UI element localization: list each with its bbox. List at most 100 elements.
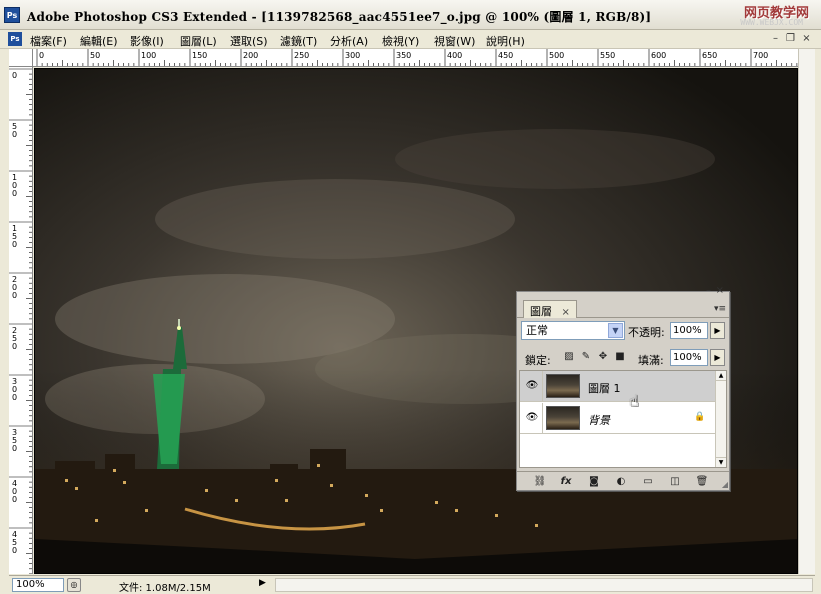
opacity-slider-button[interactable]: ▶ xyxy=(710,322,725,339)
eye-icon[interactable]: 👁 xyxy=(524,412,540,424)
ruler-label: 550 xyxy=(600,51,615,60)
ruler-vertical[interactable]: 050100150200250300350400450 xyxy=(9,67,33,574)
lock-transparency-icon[interactable]: ▨ xyxy=(563,351,575,363)
ruler-label: 300 xyxy=(345,51,360,60)
ruler-label: 0 xyxy=(12,189,17,198)
lock-pixels-icon[interactable]: ✎ xyxy=(580,351,592,363)
fill-label: 填滿: xyxy=(638,354,664,367)
menu-edit[interactable]: 編輯(E) xyxy=(80,33,118,49)
layers-panel: – × 圖層 × ▾≡ 正常 ▼ 不透明: 100% ▶ 鎖定: ▨ ✎ ✥ ■… xyxy=(516,285,730,491)
layer-mask-icon[interactable]: ◙ xyxy=(587,475,601,488)
layer-list-scrollbar[interactable]: ▲ ▼ xyxy=(715,371,726,467)
menu-select[interactable]: 選取(S) xyxy=(230,33,268,49)
panel-drag-bar[interactable] xyxy=(517,292,729,300)
zoom-level-field[interactable]: 100% xyxy=(12,578,64,592)
ruler-vertical-ticks: 050100150200250300350400450 xyxy=(9,68,32,574)
menu-layer[interactable]: 圖層(L) xyxy=(180,33,217,49)
new-layer-icon[interactable]: ◫ xyxy=(668,475,682,488)
ruler-label: 500 xyxy=(549,51,564,60)
layer-name[interactable]: 背景 xyxy=(588,412,610,428)
photoshop-window: Ps Adobe Photoshop CS3 Extended - [11397… xyxy=(0,0,821,594)
menu-bar: Ps 檔案(F) 編輯(E) 影像(I) 圖層(L) 選取(S) 濾鏡(T) 分… xyxy=(0,30,821,49)
link-layers-icon[interactable]: ⛓ xyxy=(533,475,547,488)
layer-row-layer1[interactable]: 👁 圖層 1 xyxy=(520,371,716,402)
ruler-label: 0 xyxy=(12,495,17,504)
eye-icon[interactable]: 👁 xyxy=(524,380,540,392)
new-group-icon[interactable]: ▭ xyxy=(641,475,655,488)
title-bar: Ps Adobe Photoshop CS3 Extended - [11397… xyxy=(0,0,821,30)
panel-tab-row: 圖層 × ▾≡ xyxy=(517,300,729,318)
document-icon[interactable]: Ps xyxy=(8,32,22,46)
trash-icon[interactable]: 🗑 xyxy=(695,475,709,488)
doc-restore-button[interactable]: ❐ xyxy=(784,33,797,45)
opacity-input[interactable]: 100% xyxy=(670,322,708,339)
layer-style-fx-icon[interactable]: fx xyxy=(559,475,573,488)
ruler-label: 0 xyxy=(12,291,17,300)
window-title: Adobe Photoshop CS3 Extended - [11397825… xyxy=(27,10,652,24)
hand-cursor-icon: ☝ xyxy=(629,391,639,410)
watermark-url: WWW.WEBJX.COM xyxy=(740,18,803,27)
tab-layers-label: 圖層 xyxy=(530,305,552,318)
status-menu-arrow-icon[interactable]: ▶ xyxy=(259,578,266,588)
panel-resize-grip-icon[interactable]: ◢ xyxy=(722,480,728,489)
doc-close-button[interactable]: × xyxy=(800,33,813,45)
blend-mode-select[interactable]: 正常 ▼ xyxy=(521,321,625,340)
doc-minimize-button[interactable]: – xyxy=(769,33,782,45)
lock-label: 鎖定: xyxy=(525,354,551,367)
scroll-up-icon[interactable]: ▲ xyxy=(716,371,726,381)
panel-menu-icon[interactable]: ▾≡ xyxy=(714,304,726,314)
layer-list: 👁 圖層 1 👁 背景 🔒 ▲ ▼ xyxy=(519,370,727,468)
ruler-horizontal[interactable]: 0 50 100 150 200 250 300 350 400 450 500 550 600 650 7… xyxy=(33,49,798,67)
menu-analysis[interactable]: 分析(A) xyxy=(330,33,368,49)
tab-layers[interactable]: 圖層 × xyxy=(523,300,577,318)
ruler-origin[interactable] xyxy=(9,49,33,67)
panel-minimize-icon[interactable]: – xyxy=(706,285,711,296)
layer-thumbnail xyxy=(546,406,580,430)
status-bar: 100% ◎ 文件: 1.08M/2.15M ▶ xyxy=(9,575,815,594)
menu-file[interactable]: 檔案(F) xyxy=(30,33,67,49)
menu-window[interactable]: 視窗(W) xyxy=(434,33,475,49)
layer-thumbnail xyxy=(546,374,580,398)
ruler-label: 650 xyxy=(702,51,717,60)
lock-all-icon[interactable]: ■ xyxy=(614,351,626,363)
adjustment-layer-icon[interactable]: ◐ xyxy=(614,475,628,488)
photoshop-app-icon[interactable]: Ps xyxy=(4,7,20,23)
ruler-label: 0 xyxy=(12,240,17,249)
ruler-label: 200 xyxy=(243,51,258,60)
ruler-label: 150 xyxy=(192,51,207,60)
ruler-label: 0 xyxy=(39,51,44,60)
lock-icon: 🔒 xyxy=(694,412,706,422)
ruler-label: 250 xyxy=(294,51,309,60)
status-options-icon[interactable]: ◎ xyxy=(67,578,81,592)
ruler-label: 0 xyxy=(12,546,17,555)
menu-image[interactable]: 影像(I) xyxy=(130,33,164,49)
chevron-down-icon[interactable]: ▼ xyxy=(608,323,623,338)
ruler-label: 700 xyxy=(753,51,768,60)
ruler-label: 100 xyxy=(141,51,156,60)
layer-row-background[interactable]: 👁 背景 🔒 xyxy=(520,403,716,434)
blend-mode-value: 正常 xyxy=(526,324,548,337)
ruler-label: 50 xyxy=(90,51,100,60)
ruler-label: 450 xyxy=(498,51,513,60)
ruler-label: 0 xyxy=(12,393,17,402)
ruler-label: 0 xyxy=(12,71,17,80)
menu-help[interactable]: 說明(H) xyxy=(486,33,525,49)
fill-input[interactable]: 100% xyxy=(670,349,708,366)
ruler-label: 400 xyxy=(447,51,462,60)
lock-position-icon[interactable]: ✥ xyxy=(597,351,609,363)
layer-name[interactable]: 圖層 1 xyxy=(588,380,621,396)
column-divider xyxy=(542,371,543,402)
column-divider xyxy=(542,403,543,434)
ruler-label: 350 xyxy=(396,51,411,60)
vertical-scrollbar[interactable] xyxy=(798,49,815,574)
ruler-label: 0 xyxy=(12,444,17,453)
panel-close-icon[interactable]: × xyxy=(716,285,724,296)
horizontal-scrollbar[interactable] xyxy=(275,578,813,592)
menu-filter[interactable]: 濾鏡(T) xyxy=(280,33,317,49)
scroll-down-icon[interactable]: ▼ xyxy=(716,457,726,467)
fill-slider-button[interactable]: ▶ xyxy=(710,349,725,366)
layers-panel-footer: ⛓ fx ◙ ◐ ▭ ◫ 🗑 ◢ xyxy=(517,471,729,490)
document-size-info: 文件: 1.08M/2.15M xyxy=(119,583,211,594)
tab-close-icon[interactable]: × xyxy=(562,307,570,318)
menu-view[interactable]: 檢視(Y) xyxy=(382,33,419,49)
